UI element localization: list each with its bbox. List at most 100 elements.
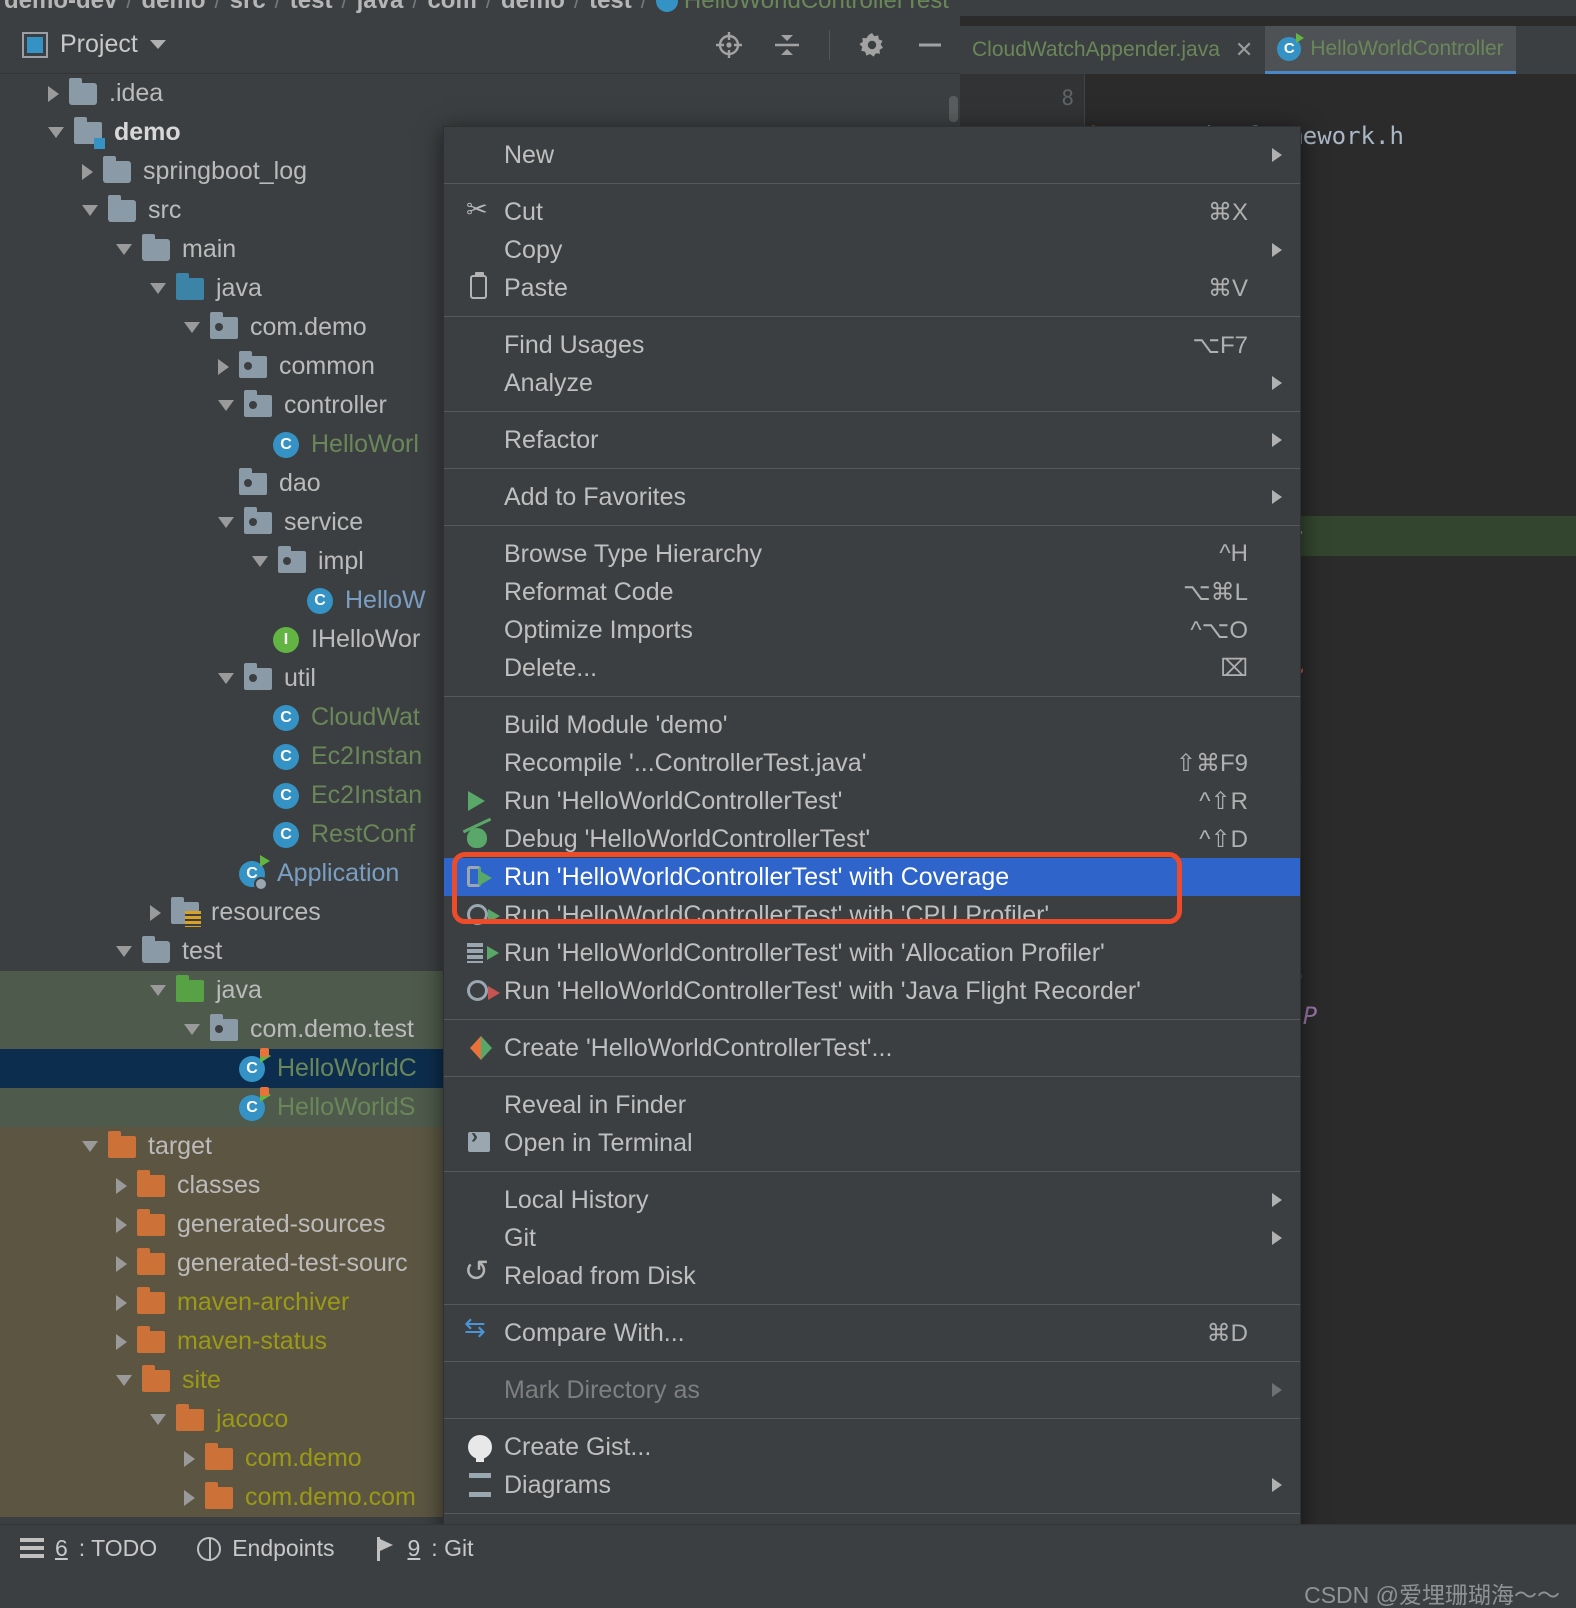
breadcrumb-item[interactable]: demo bbox=[501, 0, 565, 15]
chevron-down-icon[interactable] bbox=[150, 1414, 166, 1425]
chevron-down-icon[interactable] bbox=[116, 244, 132, 255]
menu-item-icon-slot bbox=[464, 1470, 504, 1500]
status-bar-item-git[interactable]: 9 : Git bbox=[355, 1535, 494, 1562]
menu-item[interactable]: Debug 'HelloWorldControllerTest' ^⇧D bbox=[444, 820, 1300, 858]
chevron-right-icon[interactable] bbox=[184, 1450, 195, 1467]
menu-item[interactable]: Paste ⌘V bbox=[444, 269, 1300, 307]
menu-item[interactable]: Compare With... ⌘D bbox=[444, 1314, 1300, 1352]
menu-item[interactable]: Recompile '...ControllerTest.java' ⇧⌘F9 bbox=[444, 744, 1300, 782]
context-menu[interactable]: New Cut ⌘X Copy Paste ⌘V Find Usages ⌥F7 Analyze… bbox=[443, 126, 1301, 1608]
breadcrumb-item[interactable]: demo-dev bbox=[4, 0, 117, 15]
tree-row-label: java bbox=[216, 274, 262, 302]
chevron-down-icon[interactable] bbox=[218, 673, 234, 684]
submenu-arrow-icon bbox=[1272, 1478, 1282, 1492]
menu-item[interactable]: Browse Type Hierarchy ^H bbox=[444, 535, 1300, 573]
chevron-down-icon[interactable] bbox=[82, 1141, 98, 1152]
status-bar-item-todo[interactable]: 6 : TODO bbox=[0, 1535, 177, 1562]
close-icon[interactable]: ✕ bbox=[1235, 37, 1253, 63]
resources-folder-icon bbox=[171, 896, 201, 927]
chevron-down-icon[interactable] bbox=[150, 283, 166, 294]
menu-item-label: Run 'HelloWorldControllerTest' bbox=[504, 786, 843, 815]
editor-tab-cloudwatchappender[interactable]: CloudWatchAppender.java ✕ bbox=[960, 26, 1266, 74]
menu-item[interactable]: New bbox=[444, 136, 1300, 174]
package-icon bbox=[278, 545, 306, 573]
chevron-down-icon[interactable] bbox=[116, 1375, 132, 1386]
breadcrumb-item[interactable]: com bbox=[427, 0, 476, 15]
collapse-all-icon[interactable] bbox=[771, 29, 803, 61]
tree-row-label: com.demo bbox=[250, 313, 367, 341]
menu-item[interactable]: Reveal in Finder bbox=[444, 1086, 1300, 1124]
chevron-right-icon[interactable] bbox=[48, 85, 59, 102]
menu-item[interactable]: Refactor bbox=[444, 421, 1300, 459]
menu-item[interactable]: Optimize Imports ^⌥O bbox=[444, 611, 1300, 649]
menu-item[interactable]: Run 'HelloWorldControllerTest' ^⇧R bbox=[444, 782, 1300, 820]
jfr-icon bbox=[467, 980, 500, 1001]
chevron-right-icon[interactable] bbox=[116, 1177, 127, 1194]
menu-item[interactable]: Run 'HelloWorldControllerTest' with 'CPU… bbox=[444, 896, 1300, 934]
menu-item-icon-slot bbox=[464, 539, 504, 569]
chevron-down-icon[interactable] bbox=[218, 400, 234, 411]
menu-item[interactable]: Copy bbox=[444, 231, 1300, 269]
breadcrumb-item-file[interactable]: HelloWorldControllerTest bbox=[684, 0, 949, 15]
chevron-right-icon[interactable] bbox=[218, 358, 229, 375]
menu-item[interactable]: Run 'HelloWorldControllerTest' with 'All… bbox=[444, 934, 1300, 972]
chevron-right-icon[interactable] bbox=[82, 163, 93, 180]
chevron-right-icon[interactable] bbox=[116, 1294, 127, 1311]
spring-boot-marker-icon bbox=[254, 876, 268, 891]
breadcrumb-item[interactable]: src bbox=[230, 0, 266, 15]
menu-item-icon-slot bbox=[464, 748, 504, 778]
tree-row[interactable]: .idea bbox=[0, 74, 960, 113]
menu-separator bbox=[444, 1304, 1300, 1305]
breadcrumb-item[interactable]: test bbox=[290, 0, 333, 15]
menu-item[interactable]: Create 'HelloWorldControllerTest'... bbox=[444, 1029, 1300, 1067]
menu-item[interactable]: Create Gist... bbox=[444, 1428, 1300, 1466]
menu-item[interactable]: Git bbox=[444, 1219, 1300, 1257]
menu-item[interactable]: Reload from Disk bbox=[444, 1257, 1300, 1295]
status-bar-item-number: 9 bbox=[407, 1535, 421, 1561]
menu-item[interactable]: Local History bbox=[444, 1181, 1300, 1219]
menu-item[interactable]: Reformat Code ⌥⌘L bbox=[444, 573, 1300, 611]
chevron-down-icon[interactable] bbox=[48, 127, 64, 138]
menu-item-label: Analyze bbox=[504, 368, 593, 397]
submenu-arrow-icon bbox=[1272, 1383, 1282, 1397]
chevron-down-icon[interactable] bbox=[149, 40, 166, 49]
menu-item[interactable]: Analyze bbox=[444, 364, 1300, 402]
chevron-right-icon[interactable] bbox=[116, 1333, 127, 1350]
chevron-right-icon[interactable] bbox=[116, 1255, 127, 1272]
chevron-down-icon[interactable] bbox=[116, 946, 132, 957]
chevron-right-icon[interactable] bbox=[150, 904, 161, 921]
chevron-down-icon[interactable] bbox=[252, 556, 268, 567]
chevron-down-icon[interactable] bbox=[184, 322, 200, 333]
menu-item-label: Create 'HelloWorldControllerTest'... bbox=[504, 1033, 893, 1062]
menu-item[interactable]: Cut ⌘X bbox=[444, 193, 1300, 231]
menu-item[interactable]: Open in Terminal bbox=[444, 1124, 1300, 1162]
menu-item-label: Run 'HelloWorldControllerTest' with 'CPU… bbox=[504, 900, 1050, 929]
menu-item-label: Open in Terminal bbox=[504, 1128, 693, 1157]
project-tool-window-title[interactable]: Project bbox=[0, 30, 166, 59]
menu-item[interactable]: Diagrams bbox=[444, 1466, 1300, 1504]
menu-item[interactable]: Add to Favorites bbox=[444, 478, 1300, 516]
editor-tab-helloworldcontroller[interactable]: HelloWorldController bbox=[1265, 26, 1516, 74]
gear-icon[interactable] bbox=[856, 29, 888, 61]
chevron-right-icon[interactable] bbox=[116, 1216, 127, 1233]
menu-item-label: Find Usages bbox=[504, 330, 645, 359]
chevron-down-icon[interactable] bbox=[150, 985, 166, 996]
breadcrumb-separator: / bbox=[640, 0, 647, 13]
chevron-right-icon[interactable] bbox=[184, 1489, 195, 1506]
menu-item[interactable]: Run 'HelloWorldControllerTest' with Cove… bbox=[444, 858, 1300, 896]
locate-icon[interactable] bbox=[713, 29, 745, 61]
breadcrumb-item[interactable]: demo bbox=[141, 0, 205, 15]
chevron-down-icon[interactable] bbox=[218, 517, 234, 528]
breadcrumb-item[interactable]: java bbox=[357, 0, 404, 15]
chevron-down-icon[interactable] bbox=[82, 205, 98, 216]
menu-item[interactable]: Run 'HelloWorldControllerTest' with 'Jav… bbox=[444, 972, 1300, 1010]
minimize-icon[interactable] bbox=[914, 29, 946, 61]
menu-item[interactable]: Find Usages ⌥F7 bbox=[444, 326, 1300, 364]
menu-item[interactable]: Delete... ⌧ bbox=[444, 649, 1300, 687]
chevron-down-icon[interactable] bbox=[184, 1024, 200, 1035]
menu-item-shortcut: ^⇧R bbox=[1199, 787, 1248, 815]
breadcrumb-item[interactable]: test bbox=[589, 0, 632, 15]
status-bar-item-endpoints[interactable]: Endpoints bbox=[177, 1535, 354, 1562]
menu-item[interactable]: Build Module 'demo' bbox=[444, 706, 1300, 744]
package-icon bbox=[244, 506, 272, 534]
